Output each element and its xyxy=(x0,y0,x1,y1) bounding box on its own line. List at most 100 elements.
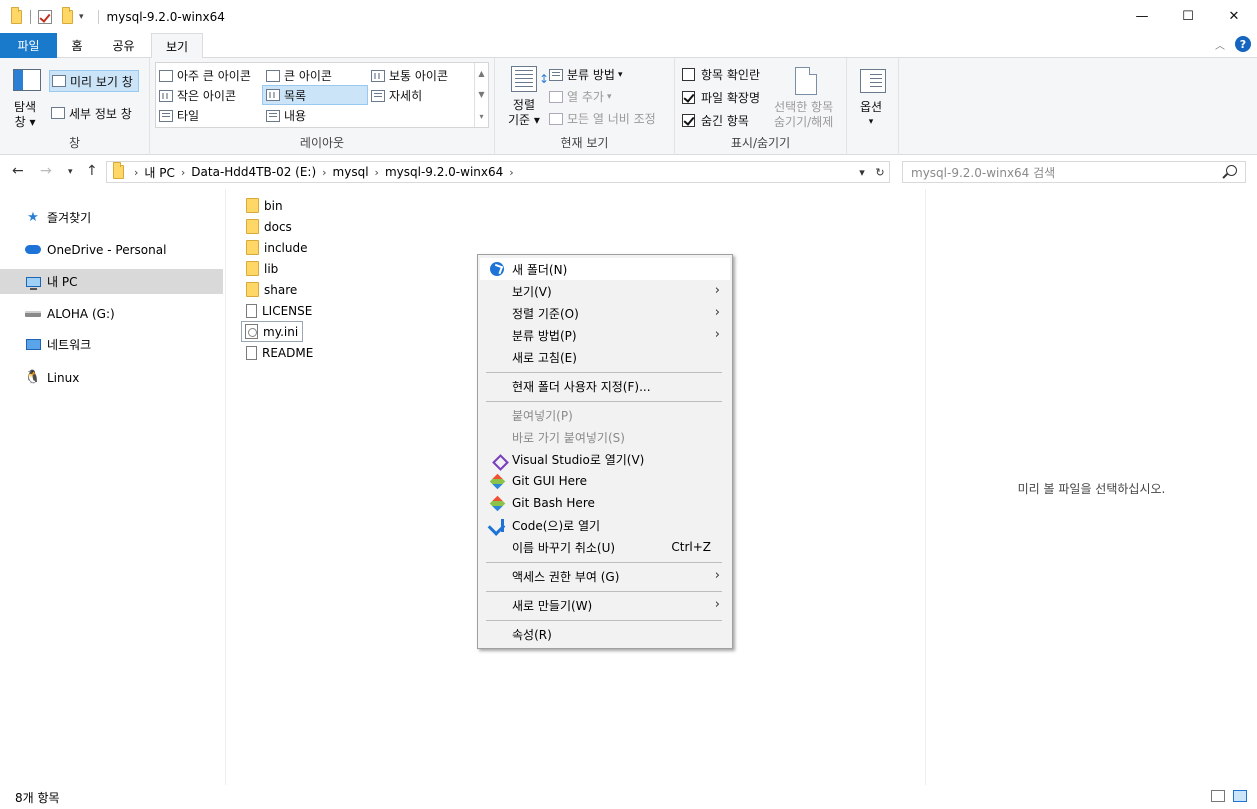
tab-share[interactable]: 공유 xyxy=(97,33,150,58)
tab-file[interactable]: 파일 xyxy=(0,33,57,58)
collapse-ribbon-chevron-icon[interactable]: ︿ xyxy=(1215,37,1225,52)
hide-selected-icon[interactable] xyxy=(795,67,817,95)
breadcrumb-drive[interactable]: Data-Hdd4TB-02 (E:) xyxy=(191,165,316,179)
layout-medium-icons[interactable]: 보통 아이콘 xyxy=(371,67,448,84)
breadcrumb-chevron-icon[interactable]: › xyxy=(181,166,185,179)
close-button[interactable]: ✕ xyxy=(1211,0,1257,33)
forward-arrow-icon[interactable]: → xyxy=(40,163,52,179)
tab-home[interactable]: 홈 xyxy=(57,33,97,58)
menu-item-new[interactable]: 새로 만들기(W) › xyxy=(480,594,730,616)
address-bar[interactable]: › 내 PC › Data-Hdd4TB-02 (E:) › mysql › m… xyxy=(106,161,890,183)
nav-item-label: 네트워크 xyxy=(47,338,92,352)
menu-item-customize-folder[interactable]: 현재 폴더 사용자 지정(F)... xyxy=(480,375,730,397)
list-item[interactable]: bin xyxy=(243,195,287,216)
menu-item-open-vscode[interactable]: Code(으)로 열기 xyxy=(480,514,730,536)
breadcrumb-chevron-icon[interactable]: › xyxy=(509,166,513,179)
hide-selected-button[interactable]: 선택한 항목 숨기기/해제 xyxy=(774,100,833,130)
customize-toolbar-chevron-icon[interactable]: ▾ xyxy=(79,12,84,22)
layout-extra-large-icons[interactable]: 아주 큰 아이콘 xyxy=(159,67,251,84)
list-item[interactable]: docs xyxy=(243,216,296,237)
nav-item-linux[interactable]: 🐧 Linux xyxy=(0,365,223,390)
breadcrumb-current[interactable]: mysql-9.2.0-winx64 xyxy=(385,165,503,179)
menu-item-new-folder[interactable]: 새 폴더(N) xyxy=(480,258,730,280)
search-icon[interactable] xyxy=(1226,165,1237,176)
layout-list[interactable]: 목록 xyxy=(262,85,368,105)
refresh-icon[interactable]: ↻ xyxy=(871,166,889,179)
search-input[interactable]: mysql-9.2.0-winx64 검색 xyxy=(902,161,1246,183)
menu-item-refresh[interactable]: 새로 고침(E) xyxy=(480,346,730,368)
layout-large-icons[interactable]: 큰 아이콘 xyxy=(266,67,332,84)
large-icons-view-toggle-icon[interactable] xyxy=(1233,790,1247,802)
large-icons-icon xyxy=(266,69,280,82)
nav-item-quick-access[interactable]: ★ 즐겨찾기 xyxy=(0,205,223,230)
tab-view[interactable]: 보기 xyxy=(151,33,203,59)
menu-item-git-bash[interactable]: Git Bash Here xyxy=(480,492,730,514)
breadcrumb-chevron-icon[interactable]: › xyxy=(375,166,379,179)
layout-small-icons[interactable]: 작은 아이콘 xyxy=(159,87,236,104)
options-button[interactable]: 옵션 ▾ xyxy=(860,100,882,130)
layout-gallery-scroll[interactable]: ▲ ▼ ▾ xyxy=(474,63,488,127)
breadcrumb-mysql[interactable]: mysql xyxy=(333,165,369,179)
breadcrumb-chevron-icon[interactable]: › xyxy=(134,166,138,179)
nav-item-aloha-drive[interactable]: ALOHA (G:) xyxy=(0,301,223,326)
back-arrow-icon[interactable]: ← xyxy=(12,163,24,179)
item-checkboxes-toggle[interactable]: 항목 확인란 xyxy=(682,66,760,83)
new-folder-quick-icon[interactable] xyxy=(59,6,75,25)
sort-by-icon[interactable]: ↕ xyxy=(511,66,549,92)
breadcrumb-chevron-icon[interactable]: › xyxy=(322,166,326,179)
details-view-toggle-icon[interactable] xyxy=(1211,790,1225,802)
menu-item-open-visual-studio[interactable]: Visual Studio로 열기(V) xyxy=(480,448,730,470)
nav-pane-icon[interactable] xyxy=(13,69,41,91)
menu-separator xyxy=(486,562,722,563)
nav-pane-button[interactable]: 탐색 창 ▾ xyxy=(14,100,36,130)
options-icon[interactable] xyxy=(860,69,886,93)
preview-pane-button[interactable]: 미리 보기 창 xyxy=(49,70,139,92)
group-by-button[interactable]: 분류 방법 ▾ xyxy=(549,66,623,83)
menu-item-git-gui[interactable]: Git GUI Here xyxy=(480,470,730,492)
file-name: share xyxy=(264,282,298,297)
sort-by-button[interactable]: 정렬 기준 ▾ xyxy=(508,98,540,128)
list-item[interactable]: README xyxy=(243,342,317,363)
hidden-items-toggle[interactable]: 숨긴 항목 xyxy=(682,112,749,129)
properties-check-icon[interactable] xyxy=(37,9,53,25)
layout-details[interactable]: 자세히 xyxy=(371,87,422,104)
list-item[interactable]: LICENSE xyxy=(243,300,316,321)
menu-item-paste-shortcut[interactable]: 바로 가기 붙여넣기(S) xyxy=(480,426,730,448)
minimize-button[interactable]: — xyxy=(1119,0,1165,33)
item-checkboxes-checkbox[interactable] xyxy=(682,68,695,81)
new-folder-icon xyxy=(489,262,505,276)
file-extensions-toggle[interactable]: 파일 확장명 xyxy=(682,89,760,106)
breadcrumb-this-pc[interactable]: 내 PC xyxy=(144,164,174,181)
menu-item-view[interactable]: 보기(V) › xyxy=(480,280,730,302)
nav-item-network[interactable]: 네트워크 xyxy=(0,332,223,357)
help-icon[interactable]: ? xyxy=(1235,36,1251,52)
scroll-up-icon[interactable]: ▲ xyxy=(478,69,484,78)
menu-item-properties[interactable]: 속성(R) xyxy=(480,623,730,645)
nav-item-this-pc[interactable]: 내 PC xyxy=(0,269,223,294)
layout-tiles[interactable]: 타일 xyxy=(159,107,199,124)
title-bar: ▾ mysql-9.2.0-winx64 — ☐ ✕ xyxy=(0,0,1257,33)
menu-item-group-by[interactable]: 분류 방법(P) › xyxy=(480,324,730,346)
list-item[interactable]: share xyxy=(243,279,301,300)
folder-icon[interactable] xyxy=(8,6,24,25)
up-arrow-icon[interactable]: ↑ xyxy=(86,163,98,179)
maximize-button[interactable]: ☐ xyxy=(1165,0,1211,33)
menu-item-give-access[interactable]: 액세스 권한 부여 (G) › xyxy=(480,565,730,587)
hidden-items-checkbox[interactable] xyxy=(682,114,695,127)
address-history-chevron-icon[interactable]: ▾ xyxy=(853,166,871,179)
file-extensions-checkbox[interactable] xyxy=(682,91,695,104)
gallery-more-icon[interactable]: ▾ xyxy=(479,112,483,121)
list-item[interactable]: lib xyxy=(243,258,282,279)
menu-item-paste[interactable]: 붙여넣기(P) xyxy=(480,404,730,426)
list-item[interactable]: my.ini xyxy=(241,321,304,342)
details-pane-button[interactable]: 세부 정보 창 xyxy=(51,102,132,124)
layout-content[interactable]: 내용 xyxy=(266,107,306,124)
add-columns-button[interactable]: 열 추가 ▾ xyxy=(549,88,611,105)
fit-columns-button[interactable]: 모든 열 너비 조정 xyxy=(549,110,656,127)
menu-item-sort-by[interactable]: 정렬 기준(O) › xyxy=(480,302,730,324)
recent-locations-chevron-icon[interactable]: ▾ xyxy=(68,167,73,177)
menu-item-undo-rename[interactable]: 이름 바꾸기 취소(U) Ctrl+Z xyxy=(480,536,730,558)
list-item[interactable]: include xyxy=(243,237,311,258)
nav-item-onedrive[interactable]: OneDrive - Personal xyxy=(0,237,223,262)
scroll-down-icon[interactable]: ▼ xyxy=(478,90,484,99)
